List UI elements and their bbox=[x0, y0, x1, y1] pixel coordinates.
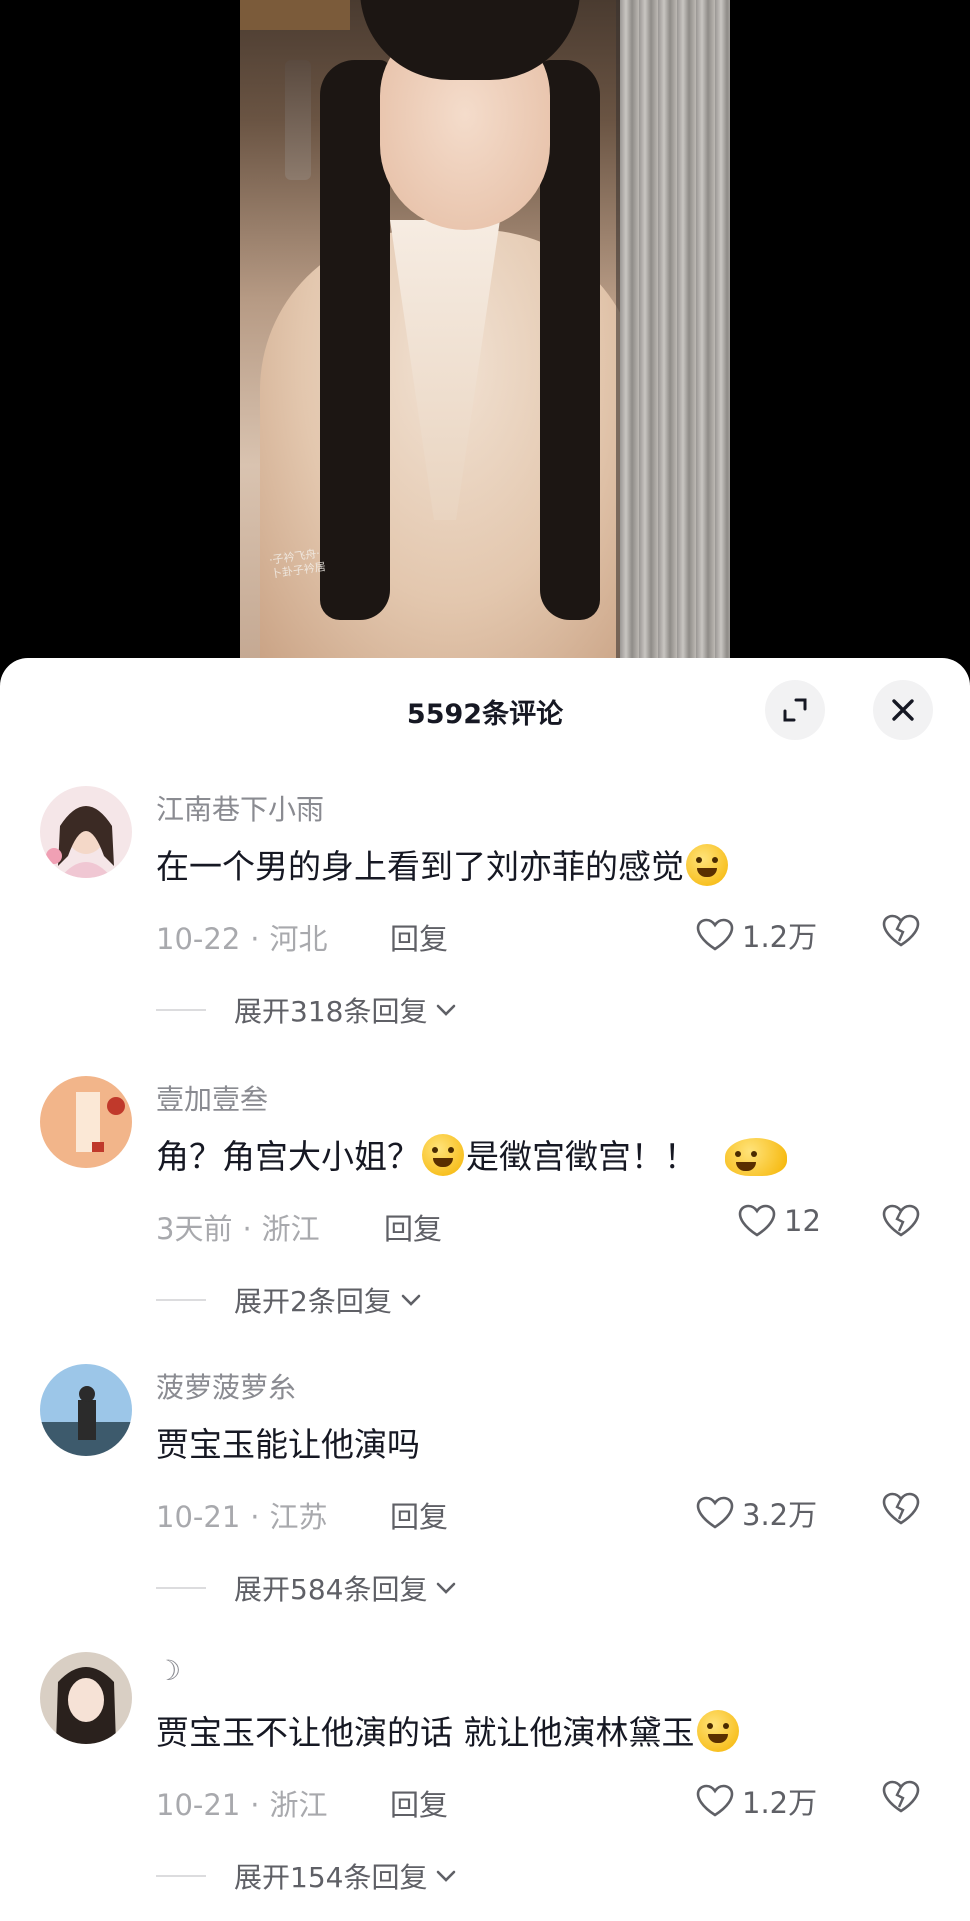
divider bbox=[156, 1009, 206, 1011]
comment-text-content: 贾宝玉不让他演的话 就让他演林黛玉 bbox=[156, 1713, 695, 1752]
reply-button[interactable]: 回复 bbox=[390, 1494, 448, 1536]
dislike-button[interactable] bbox=[882, 1492, 920, 1530]
reply-button[interactable]: 回复 bbox=[390, 916, 448, 958]
like-button[interactable]: 3.2万 bbox=[696, 1492, 817, 1534]
expand-replies-label: 展开584条回复 bbox=[234, 1573, 428, 1606]
heart-icon bbox=[696, 1784, 734, 1817]
avatar-image bbox=[40, 1076, 132, 1168]
expand-icon bbox=[783, 698, 807, 722]
pleading-face-emoji-icon bbox=[725, 1138, 787, 1176]
comment-date: 10-21 bbox=[156, 1788, 241, 1822]
video-figure-crown bbox=[240, 0, 350, 30]
like-count: 1.2万 bbox=[742, 1786, 818, 1820]
comment-date: 3天前 bbox=[156, 1212, 233, 1246]
comment-date: 10-22 bbox=[156, 922, 241, 956]
expand-replies-label: 展开154条回复 bbox=[234, 1861, 428, 1894]
comment-location: 江苏 bbox=[269, 1500, 328, 1534]
chevron-down-icon bbox=[437, 1582, 456, 1594]
avatar-image bbox=[40, 1652, 132, 1744]
comment-username[interactable]: 菠萝菠萝糸 bbox=[156, 1366, 296, 1406]
grinning-sweat-emoji-icon bbox=[422, 1134, 464, 1176]
close-icon bbox=[892, 699, 914, 721]
comment-meta: 10-21 · 浙江 bbox=[156, 1788, 328, 1822]
expand-replies-button[interactable]: 展开154条回复 bbox=[156, 1856, 457, 1896]
heart-icon bbox=[738, 1204, 776, 1237]
comment-text: 贾宝玉能让他演吗 bbox=[156, 1425, 420, 1464]
avatar[interactable] bbox=[40, 1076, 132, 1168]
divider bbox=[156, 1299, 206, 1301]
expand-replies-label: 展开2条回复 bbox=[234, 1285, 392, 1318]
expand-replies-button[interactable]: 展开584条回复 bbox=[156, 1568, 457, 1608]
expand-replies-button[interactable]: 展开318条回复 bbox=[156, 990, 457, 1030]
like-button[interactable]: 12 bbox=[738, 1204, 821, 1238]
divider bbox=[156, 1875, 206, 1877]
dislike-button[interactable] bbox=[882, 1780, 920, 1818]
reply-button[interactable]: 回复 bbox=[384, 1206, 442, 1248]
comment-meta: 3天前 · 浙江 bbox=[156, 1212, 320, 1246]
comment-meta: 10-21 · 江苏 bbox=[156, 1500, 328, 1534]
like-count: 12 bbox=[784, 1204, 821, 1238]
comment-text-content: 在一个男的身上看到了刘亦菲的感觉 bbox=[156, 847, 684, 886]
like-count: 3.2万 bbox=[742, 1498, 818, 1532]
dislike-button[interactable] bbox=[882, 1204, 920, 1242]
avatar[interactable] bbox=[40, 1652, 132, 1744]
comment-text: 在一个男的身上看到了刘亦菲的感觉 bbox=[156, 840, 730, 888]
like-button[interactable]: 1.2万 bbox=[696, 914, 817, 956]
reply-button[interactable]: 回复 bbox=[390, 1782, 448, 1824]
broken-heart-icon bbox=[882, 1204, 920, 1237]
comment-item: 江南巷下小雨 在一个男的身上看到了刘亦菲的感觉 10-22 · 河北 回复 1.2万… bbox=[0, 768, 970, 1058]
video-frame: ·子衿飞舟· 卜卦子衿居 bbox=[240, 0, 730, 665]
comment-text: 贾宝玉不让他演的话 就让他演林黛玉 bbox=[156, 1706, 741, 1754]
comment-location: 浙江 bbox=[269, 1788, 328, 1822]
comment-location: 浙江 bbox=[261, 1212, 320, 1246]
like-count: 1.2万 bbox=[742, 920, 818, 954]
flushed-face-emoji-icon bbox=[696, 1710, 739, 1752]
comment-date: 10-21 bbox=[156, 1500, 241, 1534]
comments-panel: 5592条评论 江南巷下小雨 在一个男的身上看到了刘亦菲的感觉 10-22 · 河 bbox=[0, 658, 970, 1921]
comment-item: ☽ 贾宝玉不让他演的话 就让他演林黛玉 10-21 · 浙江 回复 1.2万 展开1… bbox=[0, 1634, 970, 1921]
video-player[interactable]: ·子衿飞舟· 卜卦子衿居 bbox=[0, 0, 970, 665]
comment-item: 菠萝菠萝糸 贾宝玉能让他演吗 10-21 · 江苏 回复 3.2万 展开584条回复 bbox=[0, 1346, 970, 1636]
video-wooden-pillar bbox=[620, 0, 730, 665]
close-button[interactable] bbox=[873, 680, 933, 740]
dislike-button[interactable] bbox=[882, 914, 920, 952]
fullscreen-button[interactable] bbox=[765, 680, 825, 740]
comment-username[interactable]: 壹加壹叁 bbox=[156, 1078, 268, 1118]
avatar-image bbox=[40, 786, 132, 878]
heart-icon bbox=[696, 1496, 734, 1529]
comment-meta: 10-22 · 河北 bbox=[156, 922, 328, 956]
broken-heart-icon bbox=[882, 914, 920, 947]
video-tassel bbox=[285, 60, 311, 180]
comment-location: 河北 bbox=[269, 922, 328, 956]
divider bbox=[156, 1587, 206, 1589]
chevron-down-icon bbox=[437, 1004, 456, 1016]
laughing-tears-emoji-icon bbox=[686, 844, 728, 886]
like-button[interactable]: 1.2万 bbox=[696, 1780, 817, 1822]
broken-heart-icon bbox=[882, 1492, 920, 1525]
heart-icon bbox=[696, 918, 734, 951]
expand-replies-button[interactable]: 展开2条回复 bbox=[156, 1280, 422, 1320]
comment-username[interactable]: ☽ bbox=[156, 1654, 181, 1687]
comment-item: 壹加壹叁 角？角宫大小姐？ 是徵宫徵宫！！ 3天前 · 浙江 回复 12 展开2条回复 bbox=[0, 1058, 970, 1348]
chevron-down-icon bbox=[401, 1294, 421, 1306]
broken-heart-icon bbox=[882, 1780, 920, 1813]
avatar[interactable] bbox=[40, 1364, 132, 1456]
comment-text-part-2: 是徵宫徵宫！！ bbox=[466, 1137, 697, 1176]
avatar[interactable] bbox=[40, 786, 132, 878]
chevron-down-icon bbox=[437, 1870, 456, 1882]
avatar-image bbox=[40, 1364, 132, 1456]
comment-username[interactable]: 江南巷下小雨 bbox=[156, 788, 324, 828]
expand-replies-label: 展开318条回复 bbox=[234, 995, 428, 1028]
comment-text: 角？角宫大小姐？ 是徵宫徵宫！！ bbox=[156, 1130, 789, 1178]
comment-text-part-1: 角？角宫大小姐？ bbox=[156, 1137, 420, 1176]
